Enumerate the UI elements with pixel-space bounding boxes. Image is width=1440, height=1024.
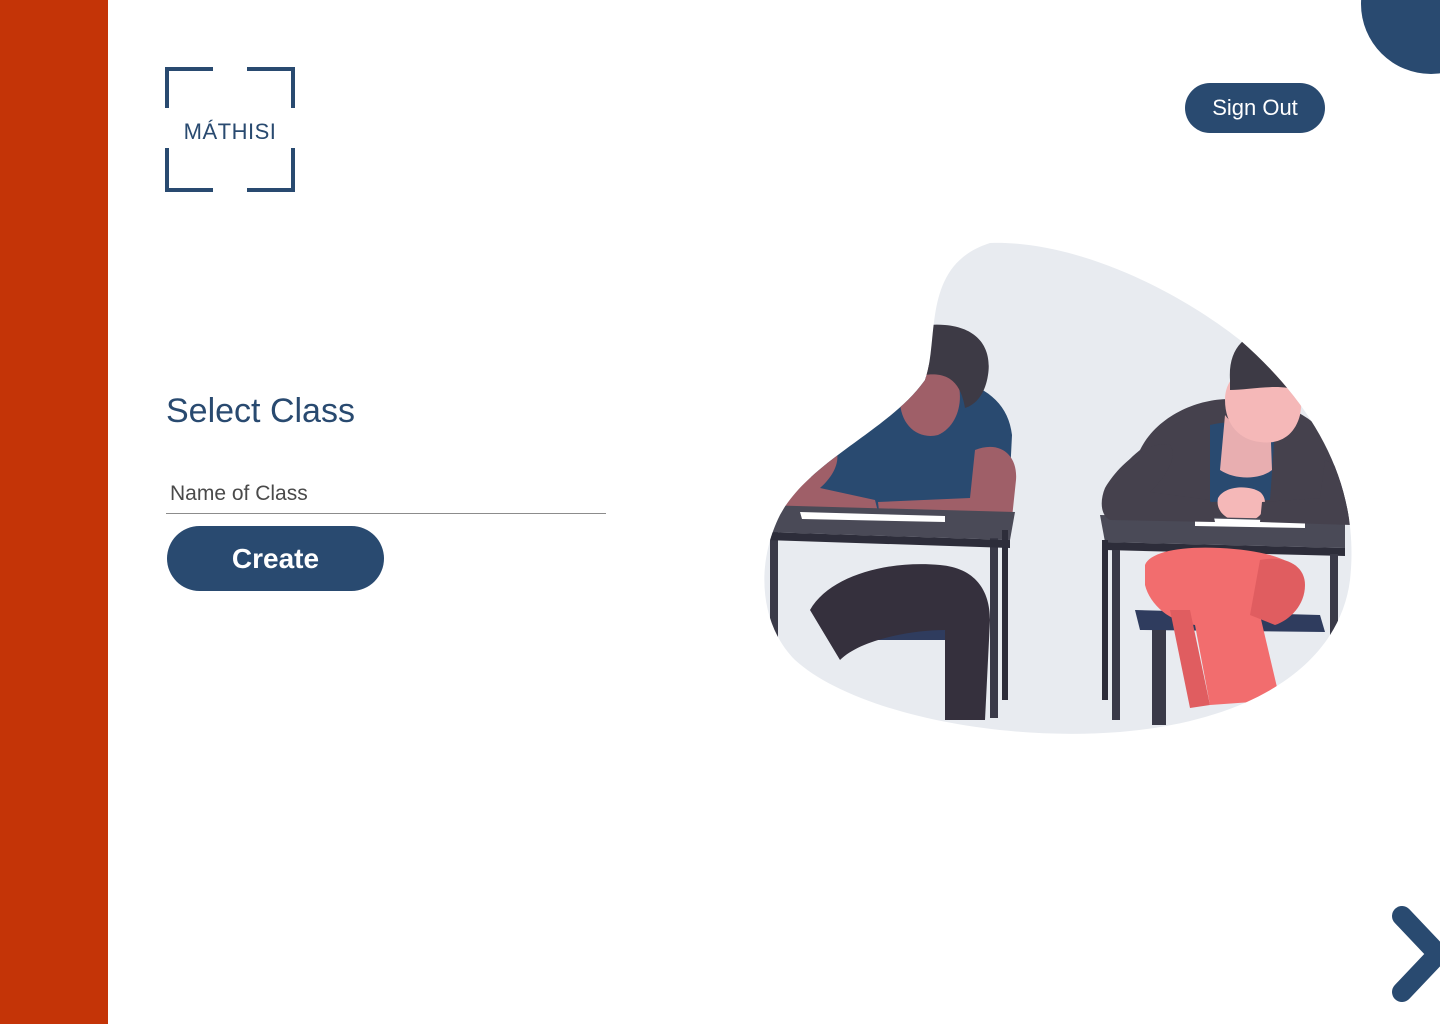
corner-decoration-circle (1361, 0, 1440, 74)
page-title: Select Class (166, 392, 355, 430)
mathisi-logo: MÁTHISI (164, 66, 296, 194)
sign-out-button[interactable]: Sign Out (1185, 83, 1325, 133)
next-page-button[interactable] (1388, 902, 1440, 1006)
students-writing-at-desks-illustration (740, 230, 1380, 750)
create-button[interactable]: Create (167, 526, 384, 591)
chevron-right-icon (1392, 906, 1440, 1002)
accent-sidebar (0, 0, 108, 1024)
class-name-input[interactable] (166, 474, 606, 514)
logo-wordmark: MÁTHISI (183, 119, 277, 144)
